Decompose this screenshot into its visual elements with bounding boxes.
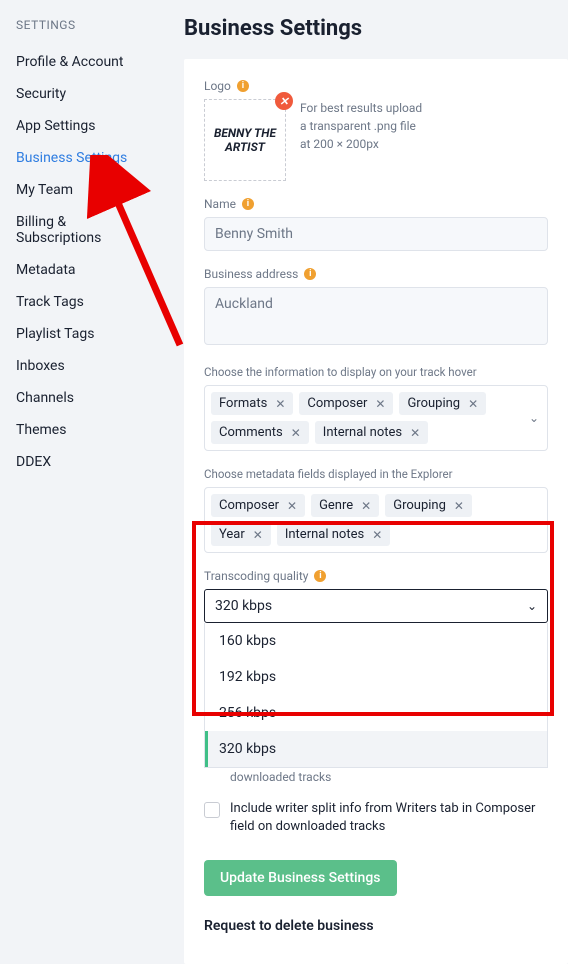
- writer-split-label: Include writer split info from Writers t…: [230, 800, 548, 836]
- chip-remove-icon[interactable]: ✕: [372, 528, 382, 542]
- transcoding-option[interactable]: 256 kbps: [205, 695, 547, 731]
- logo-hint: For best results upload a transparent .p…: [300, 99, 422, 153]
- settings-sidebar: SETTINGS Profile & Account Security App …: [0, 0, 170, 893]
- chip: Genre✕: [311, 494, 379, 517]
- chip: Comments✕: [211, 421, 309, 444]
- explorer-fields-label: Choose metadata fields displayed in the …: [204, 467, 548, 481]
- update-business-settings-button[interactable]: Update Business Settings: [204, 860, 397, 896]
- transcoding-selected-value: 320 kbps: [215, 598, 272, 614]
- chip-remove-icon[interactable]: ✕: [253, 528, 263, 542]
- business-settings-card: Logo i BENNY THE ARTIST ✕ For best resul…: [184, 59, 568, 964]
- chip: Formats✕: [211, 392, 293, 415]
- business-name-input[interactable]: [204, 217, 548, 251]
- sidebar-item-playlist-tags[interactable]: Playlist Tags: [16, 318, 154, 350]
- transcoding-label: Transcoding quality: [204, 569, 308, 583]
- info-icon[interactable]: i: [304, 268, 316, 280]
- chevron-down-icon[interactable]: ⌄: [529, 411, 539, 425]
- sidebar-item-track-tags[interactable]: Track Tags: [16, 286, 154, 318]
- main-content: Business Settings Logo i BENNY THE ARTIS…: [170, 0, 568, 893]
- business-address-input[interactable]: [204, 287, 548, 345]
- transcoding-option[interactable]: 160 kbps: [205, 623, 547, 659]
- transcoding-option[interactable]: 320 kbps: [205, 731, 547, 767]
- sidebar-item-app[interactable]: App Settings: [16, 110, 154, 142]
- hover-info-chips[interactable]: Formats✕ Composer✕ Grouping✕ Comments✕ I…: [204, 385, 548, 451]
- info-icon[interactable]: i: [242, 198, 254, 210]
- info-icon[interactable]: i: [314, 570, 326, 582]
- sidebar-item-metadata[interactable]: Metadata: [16, 254, 154, 286]
- sidebar-item-channels[interactable]: Channels: [16, 382, 154, 414]
- chip-remove-icon[interactable]: ✕: [454, 499, 464, 513]
- sidebar-title: SETTINGS: [16, 18, 154, 32]
- sidebar-item-ddex[interactable]: DDEX: [16, 446, 154, 478]
- logo-upload-box[interactable]: BENNY THE ARTIST ✕: [204, 99, 286, 181]
- sidebar-item-team[interactable]: My Team: [16, 174, 154, 206]
- chip: Grouping✕: [399, 392, 486, 415]
- logo-text: BENNY THE ARTIST: [214, 126, 276, 154]
- chip: Internal notes✕: [315, 421, 428, 444]
- chip-remove-icon[interactable]: ✕: [375, 397, 385, 411]
- chip-remove-icon[interactable]: ✕: [287, 499, 297, 513]
- chevron-down-icon[interactable]: ⌄: [529, 513, 539, 527]
- chip-remove-icon[interactable]: ✕: [361, 499, 371, 513]
- address-label: Business address: [204, 267, 298, 281]
- sidebar-item-security[interactable]: Security: [16, 78, 154, 110]
- sidebar-item-themes[interactable]: Themes: [16, 414, 154, 446]
- writer-split-checkbox[interactable]: [204, 802, 220, 818]
- sidebar-item-inboxes[interactable]: Inboxes: [16, 350, 154, 382]
- hover-info-label: Choose the information to display on you…: [204, 365, 548, 379]
- transcoding-dropdown: 160 kbps 192 kbps 256 kbps 320 kbps: [204, 623, 548, 768]
- name-label: Name: [204, 197, 236, 211]
- remove-logo-button[interactable]: ✕: [275, 92, 293, 110]
- chip-remove-icon[interactable]: ✕: [291, 426, 301, 440]
- page-title: Business Settings: [184, 16, 568, 41]
- info-icon[interactable]: i: [237, 80, 249, 92]
- sidebar-item-profile[interactable]: Profile & Account: [16, 46, 154, 78]
- transcoding-quality-select[interactable]: 320 kbps ⌄: [204, 589, 548, 623]
- chip: Composer✕: [211, 494, 305, 517]
- chip: Grouping✕: [385, 494, 472, 517]
- sidebar-item-business[interactable]: Business Settings: [16, 142, 154, 174]
- logo-label: Logo: [204, 79, 231, 93]
- chip-remove-icon[interactable]: ✕: [410, 426, 420, 440]
- chevron-down-icon: ⌄: [527, 599, 537, 613]
- request-delete-business-link[interactable]: Request to delete business: [204, 918, 548, 934]
- transcoding-option[interactable]: 192 kbps: [205, 659, 547, 695]
- chip-remove-icon[interactable]: ✕: [468, 397, 478, 411]
- chip: Year✕: [211, 523, 271, 546]
- chip: Composer✕: [299, 392, 393, 415]
- chip-remove-icon[interactable]: ✕: [275, 397, 285, 411]
- obscured-checkbox-tail: downloaded tracks: [230, 770, 548, 784]
- chip: Internal notes✕: [277, 523, 390, 546]
- sidebar-item-billing[interactable]: Billing & Subscriptions: [16, 206, 154, 254]
- explorer-fields-chips[interactable]: Composer✕ Genre✕ Grouping✕ Year✕ Interna…: [204, 487, 548, 553]
